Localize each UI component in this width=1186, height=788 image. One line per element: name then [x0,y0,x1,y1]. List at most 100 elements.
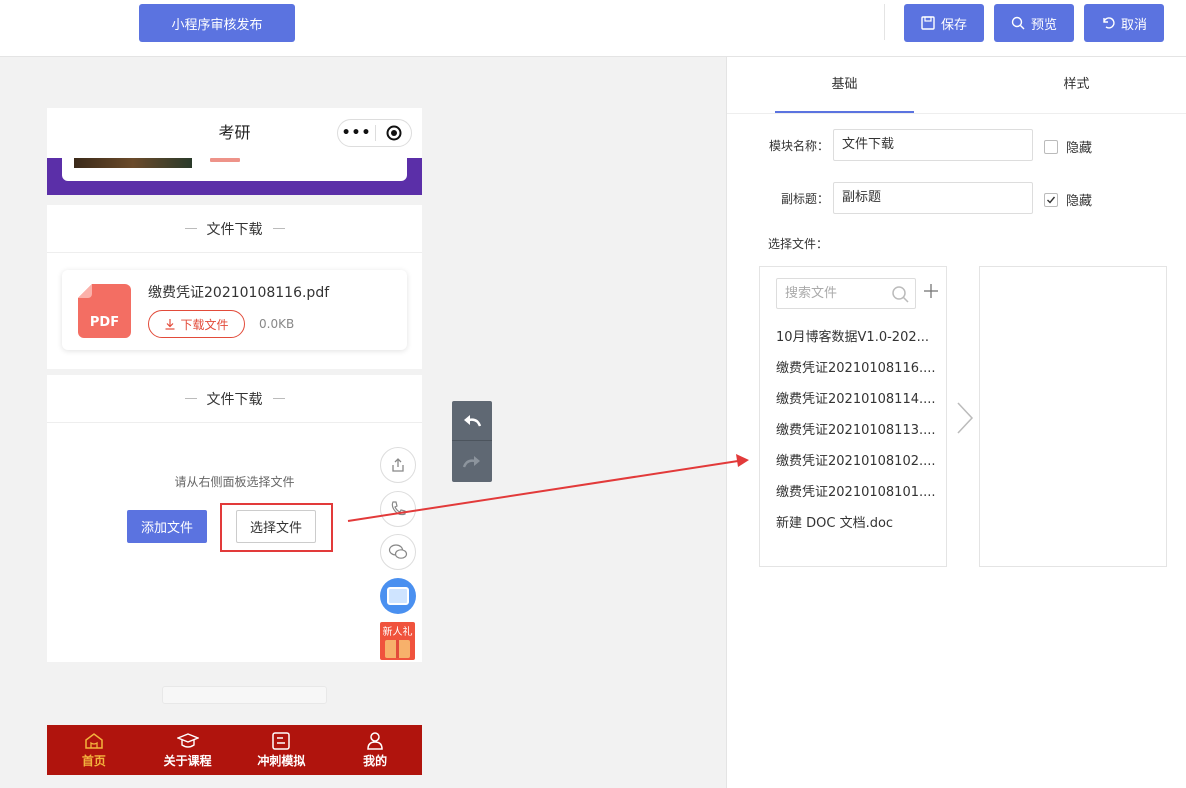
pdf-file-icon: PDF [78,284,131,338]
title-line-right [272,228,285,229]
subtitle-label: 副标题： [780,192,829,206]
redo-arrow-icon [462,456,480,468]
publish-button[interactable]: 小程序审核发布 [139,4,295,42]
panel-tabs: 基础 样式 [727,57,1186,114]
download-label: 下载文件 [180,317,229,332]
toolbar-divider [884,4,885,40]
share-icon[interactable] [380,447,416,483]
tab-style[interactable]: 样式 [1007,57,1146,113]
checkbox-box[interactable] [1044,139,1058,154]
empty-hint: 请从右侧面板选择文件 [174,475,295,489]
file-download-module-empty[interactable]: 文件下载 请从右侧面板选择文件 添加文件 选择文件 [47,375,422,662]
undo-button[interactable] [452,401,492,441]
title-line-left [184,398,197,399]
annotation-highlight-box [220,503,333,552]
cancel-button[interactable]: 取消 [1084,4,1164,42]
file-list-item[interactable]: 缴费凭证20210108101.... [776,481,936,500]
tab-about-course-label: 关于课程 [163,753,212,768]
add-file-label: 添加文件 [140,521,193,536]
gift-label: 新人礼 [382,627,413,638]
file-list-item[interactable]: 新建 DOC 文档.doc [776,512,936,531]
course-thumbnail [74,158,192,168]
message-icon-inner [387,587,409,605]
search-box [776,278,916,309]
preview-button[interactable]: 预览 [994,4,1074,42]
download-icon [165,319,175,330]
file-size: 0.0KB [259,317,295,331]
cancel-button-label: 取消 [1120,17,1147,33]
course-card[interactable] [62,158,407,181]
gift-box [385,640,410,658]
phone-header: 考研 ••• [47,108,422,158]
course-price [210,158,240,162]
redo-button[interactable] [452,442,492,482]
checkbox-box-checked[interactable] [1044,192,1058,207]
add-icon[interactable] [922,282,940,300]
hide-subtitle-label: 隐藏 [1066,194,1093,209]
hide-module-checkbox[interactable]: 隐藏 [1044,137,1092,156]
add-file-button[interactable]: 添加文件 [127,510,207,543]
file-list-item[interactable]: 缴费凭证20210108114.... [776,388,936,407]
message-icon[interactable] [380,578,416,614]
title-line-right [272,398,285,399]
tab-mine[interactable]: 我的 [328,725,422,775]
chevron-right-icon[interactable] [955,401,975,435]
undo-icon [1103,17,1115,29]
phone-icon[interactable] [380,491,416,527]
save-button[interactable]: 保存 [904,4,984,42]
module-title-row: 文件下载 [47,205,422,253]
module-name-input[interactable]: 文件下载 [833,129,1033,161]
phone-preview: 考研 ••• 文件下载 PDF 缴费凭证20210108116.pdf 下载文件… [47,108,422,775]
tab-home[interactable]: 首页 [47,725,141,775]
tab-about-course[interactable]: 关于课程 [141,725,235,775]
file-name: 缴费凭证20210108116.pdf [148,285,330,301]
subtitle-input[interactable]: 副标题 [833,182,1033,214]
file-list-item[interactable]: 10月博客数据V1.0-202... [776,326,936,345]
graduation-cap-icon [176,732,199,748]
gift-icon[interactable]: 新人礼 [380,622,415,660]
more-icon[interactable]: ••• [338,125,375,141]
undo-arrow-icon [464,414,482,426]
top-toolbar: 小程序审核发布 保存 预览 取消 [0,0,1186,57]
module-title: 文件下载 [206,221,263,238]
placeholder-bar [162,686,327,704]
search-icon [1011,16,1025,30]
save-button-label: 保存 [940,17,967,33]
search-icon[interactable] [891,285,909,303]
history-controls [452,401,492,482]
home-icon [85,732,103,749]
module-title-row: 文件下载 [47,375,422,423]
hide-subtitle-checkbox[interactable]: 隐藏 [1044,190,1092,209]
file-source-list: 10月博客数据V1.0-202... 缴费凭证20210108116.... 缴… [759,266,947,567]
module-title: 文件下载 [206,391,263,408]
preview-button-label: 预览 [1030,17,1057,33]
tab-sprint-exam[interactable]: 冲刺模拟 [235,725,329,775]
wechat-icon[interactable] [380,534,416,570]
close-target-icon[interactable] [376,125,411,141]
select-files-label: 选择文件： [768,237,829,251]
capsule-menu[interactable]: ••• [337,119,412,147]
tab-sprint-exam-label: 冲刺模拟 [257,753,306,768]
hide-module-label: 隐藏 [1066,141,1093,156]
bottom-tabbar: 首页 关于课程 冲刺模拟 我的 [47,725,422,775]
selected-files-list[interactable] [979,266,1167,567]
file-list-item[interactable]: 缴费凭证20210108113.... [776,419,936,438]
file-search-input[interactable] [777,279,887,308]
exam-icon [272,731,291,750]
save-icon [921,16,935,30]
file-list-item[interactable]: 缴费凭证20210108116.... [776,357,936,376]
title-line-left [184,228,197,229]
tab-mine-label: 我的 [363,753,388,768]
user-icon [367,731,383,750]
file-card[interactable]: PDF 缴费凭证20210108116.pdf 下载文件 0.0KB [62,270,407,350]
module-name-label: 模块名称： [768,139,829,153]
tab-home-label: 首页 [81,753,106,768]
tab-basic[interactable]: 基础 [775,57,914,113]
check-icon [1047,196,1056,204]
download-file-button[interactable]: 下载文件 [148,310,245,338]
file-list-item[interactable]: 缴费凭证20210108102.... [776,450,936,469]
file-download-module[interactable]: 文件下载 PDF 缴费凭证20210108116.pdf 下载文件 0.0KB [47,205,422,369]
settings-panel: 基础 样式 模块名称： 文件下载 隐藏 副标题： 副标题 隐藏 选择文件： 10… [726,57,1186,788]
pdf-icon-text: PDF [90,315,119,330]
publish-button-label: 小程序审核发布 [171,17,263,33]
